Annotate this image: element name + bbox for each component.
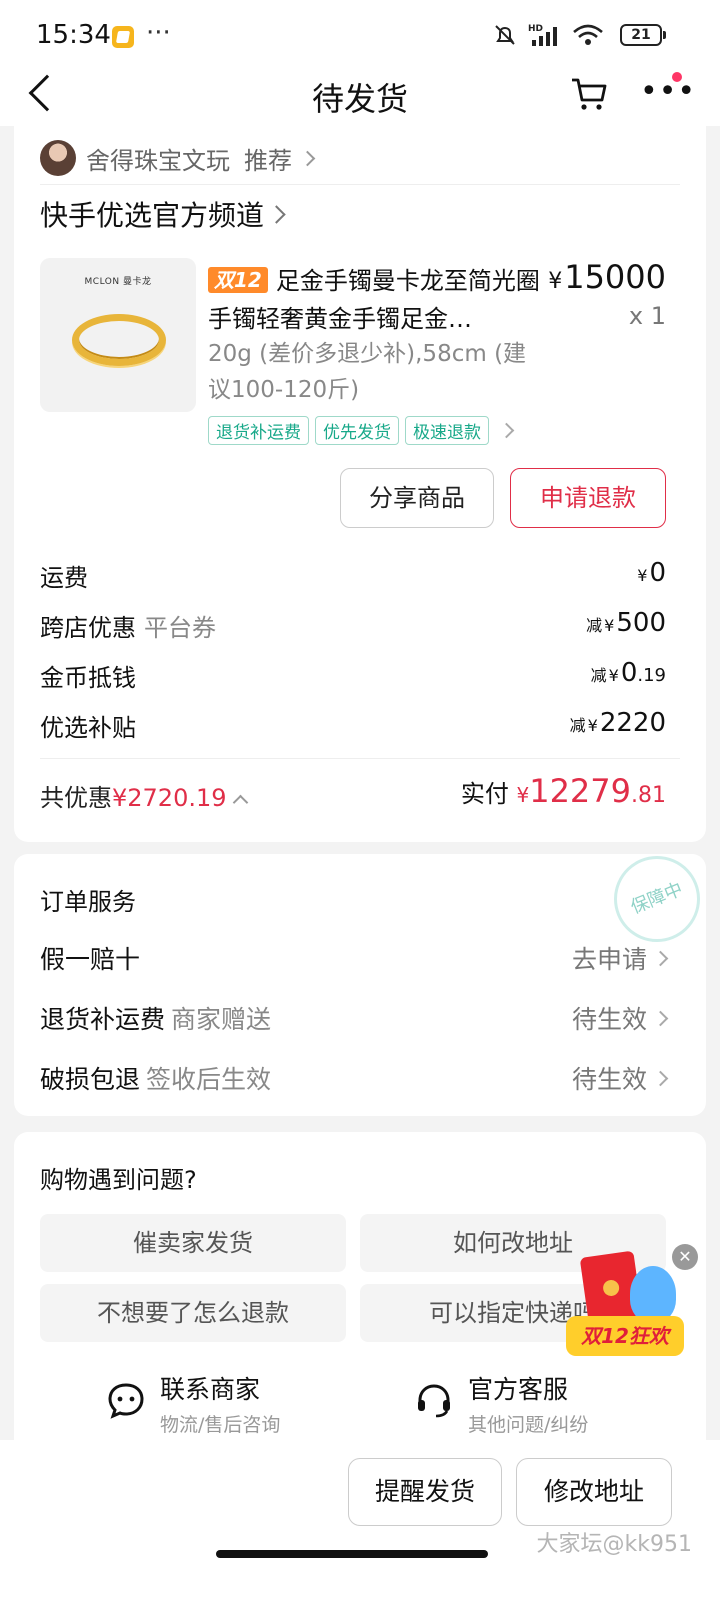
badge-fast-refund: 极速退款 — [405, 416, 489, 445]
divider — [40, 758, 680, 759]
guarantee-stamp: 保障中 — [601, 843, 713, 955]
service-row-return-shipping[interactable]: 退货补运费 商家赠送 待生效 — [40, 1000, 680, 1040]
discount-value: ¥2720.19 — [112, 784, 227, 812]
fee-row-cross-store: 跨店优惠 平台券 减 ¥500 — [40, 608, 680, 648]
close-icon[interactable]: ✕ — [672, 1244, 698, 1270]
bangle-image — [72, 314, 166, 366]
chevron-right-icon — [652, 1070, 669, 1086]
cart-icon[interactable] — [570, 76, 608, 112]
promo-label: 双12狂欢 — [566, 1316, 684, 1356]
channel-link[interactable]: 快手优选官方频道 — [40, 194, 286, 234]
badge-return-shipping: 退货补运费 — [208, 416, 309, 445]
home-indicator[interactable] — [216, 1550, 488, 1558]
shop-row[interactable]: 舍得珠宝文玩 推荐 — [40, 136, 316, 180]
notification-dot — [672, 72, 682, 82]
product-thumbnail[interactable]: MCLON 曼卡龙 — [40, 258, 196, 412]
product-quantity: x 1 — [628, 302, 666, 330]
watermark: 大家坛@kk951 — [536, 1532, 692, 1557]
fee-row-shipping: 运费 ¥0 — [40, 558, 680, 598]
status-time: 15:34 — [36, 20, 111, 50]
request-refund-button[interactable]: 申请退款 — [510, 468, 666, 528]
share-product-button[interactable]: 分享商品 — [340, 468, 494, 528]
chevron-right-icon — [299, 150, 316, 166]
price-symbol: ¥ — [548, 269, 563, 294]
fee-row-subsidy: 优选补贴 减 ¥2220 — [40, 708, 680, 748]
app-notification-icon — [112, 26, 134, 48]
fee-sub: 平台券 — [144, 614, 216, 642]
divider — [40, 184, 680, 185]
services-title: 订单服务 — [40, 888, 136, 916]
page-title: 待发货 — [311, 80, 408, 118]
shop-name: 舍得珠宝文玩 — [86, 146, 230, 175]
wifi-icon — [573, 24, 603, 45]
product-title[interactable]: 双12 足金手镯曼卡龙至简光圈手镯轻奢黄金手镯足金… — [208, 262, 546, 338]
chevron-up-icon — [232, 794, 248, 811]
fee-amount: ¥0 — [637, 558, 666, 588]
fee-label: 优选补贴 — [40, 714, 136, 742]
service-badges[interactable]: 退货补运费 优先发货 极速退款 — [208, 416, 515, 445]
contact-official[interactable]: 官方客服 其他问题/纠纷 — [414, 1370, 588, 1437]
order-services-card: 保障中 订单服务 假一赔十 去申请 退货补运费 商家赠送 待生效 破损包退 签收后生… — [14, 843, 713, 1116]
price-value: 15000 — [564, 258, 666, 296]
help-title: 购物遇到问题? — [40, 1166, 197, 1194]
chat-icon — [108, 1383, 144, 1419]
promo-tag: 双12 — [208, 267, 268, 293]
more-notifications-icon: ··· — [146, 18, 171, 48]
chevron-right-icon — [267, 204, 286, 224]
more-icon[interactable]: ••• — [640, 74, 696, 109]
question-refund[interactable]: 不想要了怎么退款 — [40, 1284, 346, 1342]
bottom-action-bar: 提醒发货 修改地址 大家坛@kk951 — [0, 1440, 720, 1600]
order-card: 舍得珠宝文玩 推荐 快手优选官方频道 MCLON 曼卡龙 双12 足金手镯曼卡龙至… — [14, 126, 706, 842]
fee-amount: 减 ¥500 — [586, 608, 666, 638]
shop-avatar — [40, 140, 76, 176]
service-row-damage-return[interactable]: 破损包退 签收后生效 待生效 — [40, 1060, 680, 1100]
order-totals: 共优惠¥2720.19 实付 ¥12279.81 — [40, 772, 680, 822]
question-urge-shipping[interactable]: 催卖家发货 — [40, 1214, 346, 1272]
status-icons: HD — [492, 22, 604, 48]
fee-label: 运费 — [40, 564, 88, 592]
channel-label: 快手优选官方频道 — [40, 199, 265, 232]
network-type-label: HD — [528, 24, 543, 34]
fee-label: 跨店优惠 — [40, 614, 136, 642]
fee-row-coins: 金币抵钱 减 ¥0.19 — [40, 658, 680, 698]
fee-amount: 减 ¥2220 — [569, 708, 666, 738]
fee-amount: 减 ¥0.19 — [590, 658, 666, 688]
status-bar: 15:34 ··· HD 21 — [0, 0, 720, 64]
nav-bar: 待发货 ••• — [0, 64, 720, 126]
contact-merchant[interactable]: 联系商家 物流/售后咨询 — [106, 1370, 280, 1437]
service-row-fake-compensation[interactable]: 假一赔十 去申请 — [40, 940, 680, 980]
chevron-right-icon — [498, 422, 515, 439]
double12-promo-float[interactable]: 双12狂欢 ✕ — [566, 1244, 706, 1374]
remind-shipping-button[interactable]: 提醒发货 — [348, 1458, 502, 1526]
badge-priority-shipping: 优先发货 — [315, 416, 399, 445]
battery-icon: 21 — [620, 24, 666, 46]
chevron-right-icon — [652, 1010, 669, 1026]
product-spec: 20g (差价多退少补),58cm (建议100-120斤) — [208, 341, 527, 403]
change-address-button[interactable]: 修改地址 — [516, 1458, 672, 1526]
chevron-right-icon — [652, 950, 669, 966]
shop-recommend: 推荐 — [244, 146, 292, 175]
headset-icon — [418, 1384, 450, 1418]
discount-toggle[interactable]: 共优惠¥2720.19 — [40, 784, 248, 812]
mascot-icon — [630, 1266, 676, 1322]
fee-label: 金币抵钱 — [40, 664, 136, 692]
thumbnail-brand: MCLON 曼卡龙 — [84, 277, 152, 287]
paid-amount: 实付 ¥12279.81 — [460, 772, 666, 810]
product-price: ¥15000 — [548, 258, 666, 296]
signal-icon: HD — [528, 24, 557, 46]
mute-bell-icon — [495, 25, 515, 45]
